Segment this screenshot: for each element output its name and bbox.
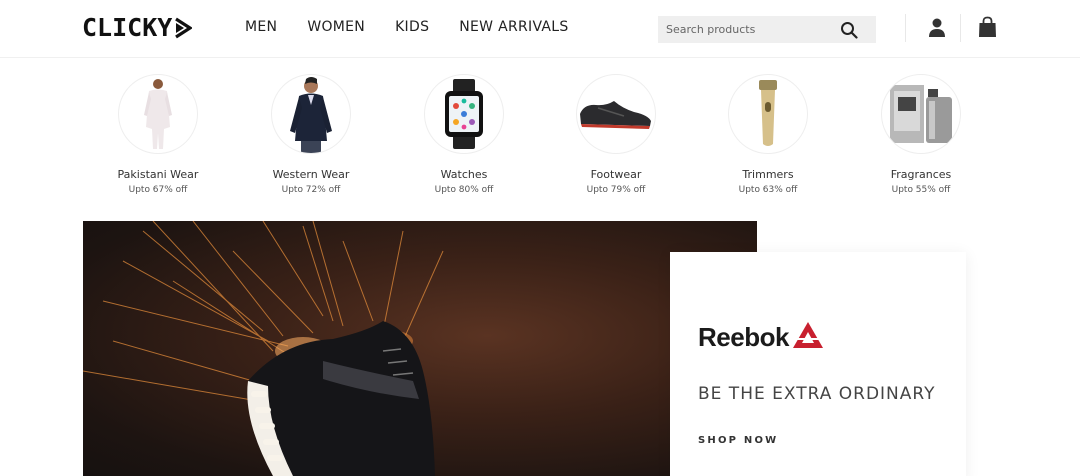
category-label: Footwear: [590, 168, 642, 181]
promo-card: Reebok BE THE EXTRA ORDINARY SHOP NOW: [670, 252, 966, 476]
reebok-logo[interactable]: Reebok: [698, 322, 824, 352]
header-divider: [960, 14, 961, 42]
nav-men[interactable]: MEN: [245, 18, 277, 36]
brand-name: Reebok: [698, 322, 789, 352]
category-label: Trimmers: [742, 168, 794, 181]
category-footwear[interactable]: Footwear Upto 79% off: [556, 74, 676, 196]
category-label: Fragrances: [890, 168, 952, 181]
category-label: Watches: [440, 168, 488, 181]
category-pakistani-wear[interactable]: Pakistani Wear Upto 67% off: [98, 74, 218, 196]
shop-now-button[interactable]: SHOP NOW: [698, 435, 778, 446]
trimmer-image: [759, 80, 777, 146]
category-watches[interactable]: Watches Upto 80% off: [404, 74, 524, 196]
smartwatch-image: [445, 79, 483, 149]
reebok-delta-icon: [792, 322, 823, 348]
category-offer: Upto 72% off: [281, 185, 341, 195]
category-offer: Upto 67% off: [128, 185, 188, 195]
category-image: [118, 74, 198, 154]
category-offer: Upto 79% off: [586, 185, 646, 195]
category-offer: Upto 55% off: [891, 185, 951, 195]
search-input[interactable]: [658, 16, 828, 43]
category-image: [271, 74, 351, 154]
category-image: [728, 74, 808, 154]
header-divider: [905, 14, 906, 42]
shoe-image: [580, 101, 651, 129]
category-label: Pakistani Wear: [117, 168, 199, 181]
nav-new-arrivals[interactable]: NEW ARRIVALS: [459, 18, 568, 36]
category-image: [576, 74, 656, 154]
jacket-image: [290, 77, 332, 153]
promo-tagline: BE THE EXTRA ORDINARY: [698, 384, 936, 404]
fragrance-image: [890, 85, 952, 143]
shopping-bag-icon[interactable]: [978, 16, 997, 38]
search-bar: [658, 16, 876, 43]
site-header: CLICKY MEN WOMEN KIDS NEW ARRIVALS: [0, 0, 1080, 58]
category-image: [424, 74, 504, 154]
nav-kids[interactable]: KIDS: [395, 18, 429, 36]
kurta-image: [144, 79, 172, 149]
nav-women[interactable]: WOMEN: [307, 18, 365, 36]
user-icon[interactable]: [928, 18, 946, 38]
hero-banner[interactable]: [83, 221, 757, 476]
search-icon[interactable]: [840, 21, 858, 39]
play-arrow-icon: [175, 17, 193, 39]
main-nav: MEN WOMEN KIDS NEW ARRIVALS: [245, 18, 599, 36]
category-offer: Upto 80% off: [434, 185, 494, 195]
category-western-wear[interactable]: Western Wear Upto 72% off: [251, 74, 371, 196]
category-offer: Upto 63% off: [738, 185, 798, 195]
clicky-logo[interactable]: CLICKY: [82, 13, 193, 42]
category-label: Western Wear: [272, 168, 350, 181]
category-fragrances[interactable]: Fragrances Upto 55% off: [861, 74, 981, 196]
category-trimmers[interactable]: Trimmers Upto 63% off: [708, 74, 828, 196]
category-image: [881, 74, 961, 154]
hero-shoe-image: [83, 221, 444, 476]
logo-text: CLICKY: [82, 13, 173, 42]
